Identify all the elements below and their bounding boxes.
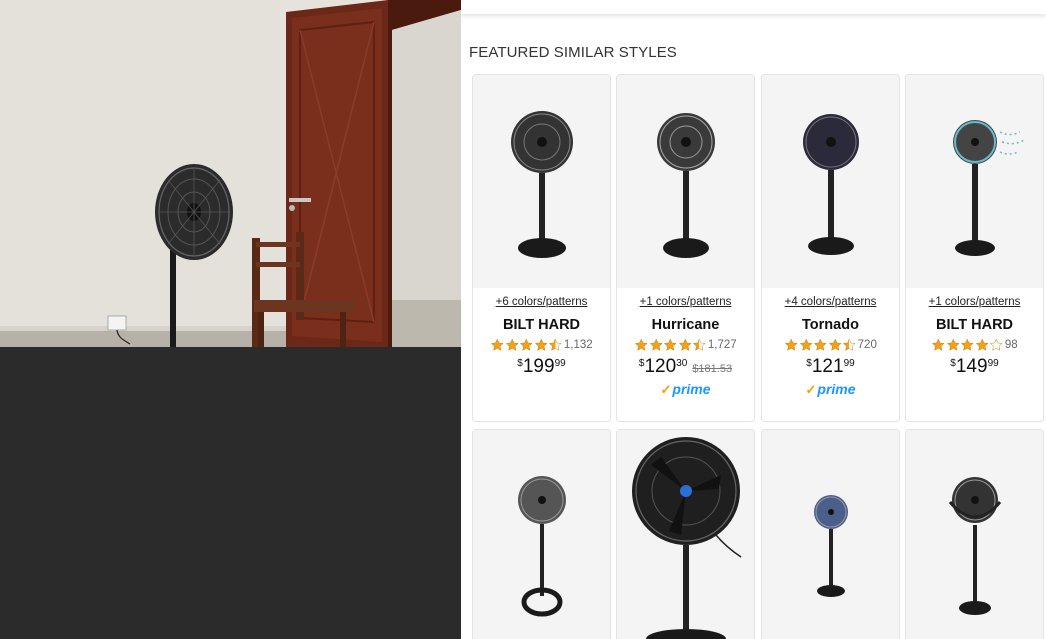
price-symbol: $: [517, 358, 523, 369]
product-card[interactable]: +6 colors/patterns BILT HARD 1,132 $1999…: [472, 74, 611, 422]
star-rating-icon: [931, 338, 1004, 352]
product-image[interactable]: [473, 75, 610, 288]
product-image[interactable]: [906, 75, 1043, 288]
prime-label: prime: [817, 381, 856, 397]
star-rating-icon: [634, 338, 707, 352]
price-whole: 121: [811, 356, 844, 377]
colors-link[interactable]: +6 colors/patterns: [473, 296, 610, 308]
product-image[interactable]: [906, 430, 1043, 639]
price-whole: 149: [955, 356, 988, 377]
product-card[interactable]: [616, 429, 755, 639]
price-fraction: 99: [554, 358, 566, 369]
colors-link[interactable]: +1 colors/patterns: [617, 296, 754, 308]
panel-top-bar: [461, 0, 1046, 14]
product-image[interactable]: [617, 430, 754, 639]
pedestal-fan-icon: [656, 112, 715, 258]
prime-check-icon: ✓: [805, 382, 817, 397]
section-title: FEATURED SIMILAR STYLES: [469, 44, 677, 61]
pedestal-fan-icon: [517, 476, 566, 617]
pedestal-fan-icon: [948, 477, 1001, 615]
product-card[interactable]: [472, 429, 611, 639]
price-whole: 199: [522, 356, 555, 377]
product-card[interactable]: [905, 429, 1044, 639]
colors-link[interactable]: +4 colors/patterns: [762, 296, 899, 308]
price-whole: 120: [644, 356, 677, 377]
prime-badge: ✓prime: [762, 381, 899, 398]
prime-check-icon: ✓: [660, 382, 672, 397]
empty-dark-area: [0, 347, 461, 639]
product-card[interactable]: +1 colors/patterns BILT HARD 98 $14999: [905, 74, 1044, 422]
rating-row[interactable]: 1,727: [617, 338, 754, 352]
price-symbol: $: [950, 358, 956, 369]
product-card[interactable]: +4 colors/patterns Tornado 720 $12199 ✓p…: [761, 74, 900, 422]
star-rating-icon: [784, 338, 857, 352]
pedestal-fan-icon: [631, 437, 741, 639]
pedestal-fan-icon: [802, 113, 859, 255]
pedestal-fan-icon: [510, 110, 573, 258]
product-image[interactable]: [762, 430, 899, 639]
price-fraction: 99: [987, 358, 999, 369]
price: $12030 $181.53: [617, 356, 754, 378]
prime-badge: ✓prime: [617, 381, 754, 398]
prime-label: prime: [672, 381, 711, 397]
review-count[interactable]: 720: [858, 339, 877, 351]
price: $12199: [762, 356, 899, 378]
rating-row[interactable]: 1,132: [473, 338, 610, 352]
rating-row[interactable]: 98: [906, 338, 1043, 352]
room-photo-icon: [0, 0, 461, 347]
product-image[interactable]: [473, 430, 610, 639]
app-root: FEATURED SIMILAR STYLES +6 colors/patter…: [0, 0, 1046, 639]
star-rating-icon: [490, 338, 563, 352]
price-fraction: 30: [676, 358, 688, 369]
old-price: $181.53: [692, 363, 733, 375]
price: $14999: [906, 356, 1043, 378]
price-fraction: 99: [843, 358, 855, 369]
review-count[interactable]: 1,132: [564, 339, 593, 351]
colors-link[interactable]: +1 colors/patterns: [906, 296, 1043, 308]
similar-styles-panel: FEATURED SIMILAR STYLES +6 colors/patter…: [461, 0, 1046, 639]
rating-row[interactable]: 720: [762, 338, 899, 352]
product-image[interactable]: [617, 75, 754, 288]
product-brand[interactable]: Tornado: [762, 317, 899, 333]
room-photo: [0, 0, 461, 347]
product-card[interactable]: +1 colors/patterns Hurricane 1,727 $1203…: [616, 74, 755, 422]
product-brand[interactable]: BILT HARD: [906, 317, 1043, 333]
pedestal-fan-icon: [813, 495, 848, 597]
price: $19999: [473, 356, 610, 378]
review-count[interactable]: 1,727: [708, 339, 737, 351]
product-brand[interactable]: BILT HARD: [473, 317, 610, 333]
pedestal-fan-icon: [952, 119, 1024, 256]
product-card[interactable]: [761, 429, 900, 639]
product-image[interactable]: [762, 75, 899, 288]
price-symbol: $: [806, 358, 812, 369]
price-symbol: $: [638, 358, 645, 369]
product-brand[interactable]: Hurricane: [617, 317, 754, 333]
review-count[interactable]: 98: [1005, 339, 1018, 351]
